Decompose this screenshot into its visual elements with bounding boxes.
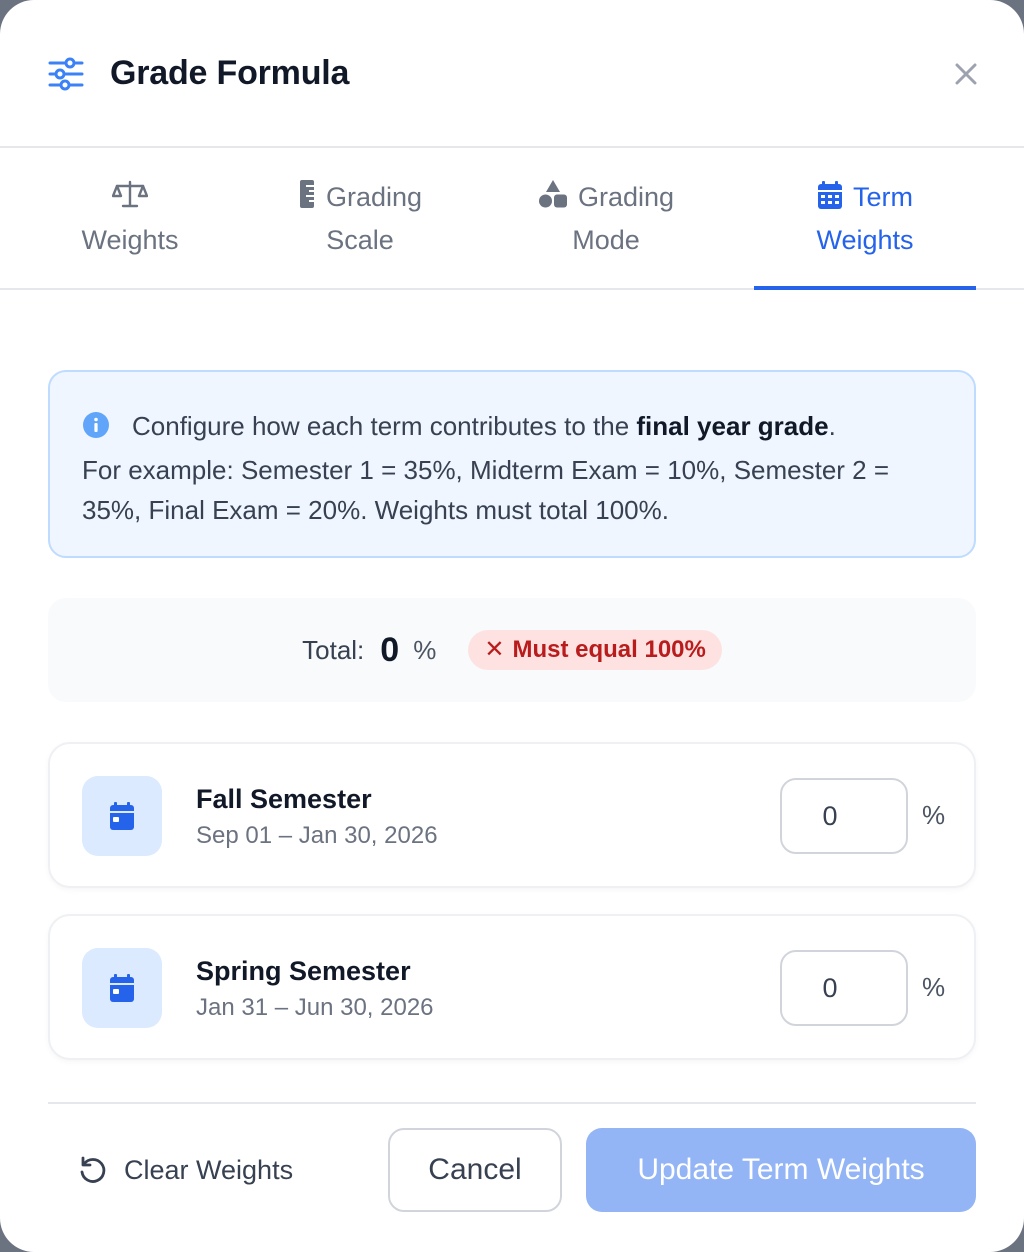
total-value: 0 <box>380 630 400 669</box>
tab-weights[interactable]: Weights <box>20 148 240 288</box>
calendar-icon <box>82 948 162 1028</box>
info-text: Configure how each term contributes to t… <box>132 411 637 441</box>
term-weight-input[interactable] <box>780 950 908 1026</box>
sliders-icon <box>48 56 84 92</box>
term-dates: Sep 01 – Jan 30, 2026 <box>196 822 438 849</box>
tab-term-weights[interactable]: Term Weights <box>754 148 976 290</box>
modal-header: Grade Formula <box>0 0 1024 148</box>
term-weight-unit: % <box>922 800 946 830</box>
tab-bar: Weights Grading Scale Grading Mode Term … <box>0 148 1024 290</box>
tab-grading-scale[interactable]: Grading Scale <box>250 148 470 288</box>
tab-grading-mode[interactable]: Grading Mode <box>496 148 716 288</box>
term-card: Spring Semester Jan 31 – Jun 30, 2026 % <box>48 914 976 1060</box>
info-text-end: . <box>828 411 836 441</box>
info-example: For example: Semester 1 = 35%, Midterm E… <box>82 455 890 525</box>
tab-label-line2: Scale <box>326 224 394 255</box>
term-card: Fall Semester Sep 01 – Jan 30, 2026 % <box>48 742 976 888</box>
close-button[interactable] <box>950 58 982 90</box>
term-name: Fall Semester <box>196 784 372 814</box>
total-summary: Total: 0 % ✕ Must equal 100% <box>48 598 976 702</box>
info-emphasis: final year grade <box>636 411 829 441</box>
total-unit: % <box>413 634 437 665</box>
tab-label: Weights <box>81 224 179 255</box>
undo-icon <box>78 1155 108 1185</box>
x-icon: ✕ <box>484 636 505 663</box>
info-box: Configure how each term contributes to t… <box>48 370 976 558</box>
term-weight-unit: % <box>922 972 946 1002</box>
shapes-icon <box>538 179 568 220</box>
close-icon <box>955 63 977 85</box>
info-icon <box>82 410 110 450</box>
grade-formula-modal: Grade Formula Weights Grading Scale Grad… <box>0 0 1024 1252</box>
ruler-icon <box>298 179 316 220</box>
clear-weights-button[interactable]: Clear Weights <box>78 1148 293 1192</box>
cancel-button[interactable]: Cancel <box>388 1128 562 1212</box>
status-badge-text: Must equal 100% <box>512 636 706 663</box>
term-name: Spring Semester <box>196 956 411 986</box>
clear-weights-label: Clear Weights <box>124 1154 294 1185</box>
calendar-icon <box>82 776 162 856</box>
calendar-icon <box>817 180 843 220</box>
scale-icon <box>111 179 149 220</box>
term-dates: Jan 31 – Jun 30, 2026 <box>196 994 434 1021</box>
tab-label-line2: Weights <box>816 224 914 255</box>
tab-label-line1: Grading <box>577 181 675 212</box>
tab-label-line1: Term <box>852 181 913 212</box>
modal-title: Grade Formula <box>110 54 350 92</box>
tab-label-line1: Grading <box>325 181 423 212</box>
update-term-weights-button[interactable]: Update Term Weights <box>586 1128 976 1212</box>
term-weight-input[interactable] <box>780 778 908 854</box>
tab-label-line2: Mode <box>572 224 640 255</box>
status-badge: ✕ Must equal 100% <box>468 630 722 670</box>
footer-divider <box>48 1102 976 1104</box>
total-label: Total: <box>302 634 365 665</box>
